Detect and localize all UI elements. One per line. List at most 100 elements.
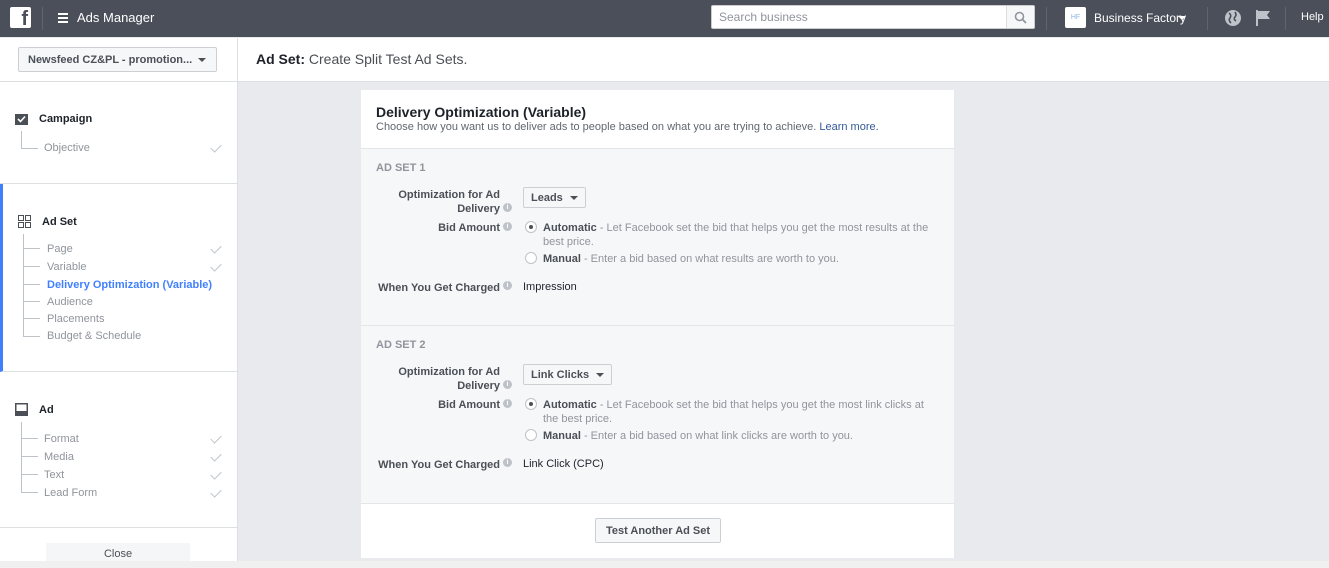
panel-subtitle: Choose how you want us to deliver ads to… — [376, 121, 879, 133]
tree-line — [23, 234, 24, 337]
sidebar-item-delivery-optimization[interactable]: Delivery Optimization (Variable) — [47, 279, 212, 291]
divider — [1046, 7, 1047, 30]
help-link[interactable]: Help — [1301, 11, 1324, 23]
title-bar: Ad Set: Create Split Test Ad Sets. — [238, 38, 1329, 82]
sidebar-item-objective[interactable]: Objective — [44, 142, 90, 154]
campaign-selector-bar: Newsfeed CZ&PL - promotion... — [0, 38, 238, 82]
sidebar-item-format[interactable]: Format — [44, 433, 79, 445]
search-input[interactable] — [712, 6, 1002, 28]
sidebar: Campaign Objective Ad Set Page Variable … — [0, 82, 238, 563]
charged-value: Impression — [523, 281, 577, 293]
sidebar-item-variable[interactable]: Variable — [47, 261, 87, 273]
charged-label: When You Get Charged — [378, 459, 500, 471]
optimization-label: Optimization for Ad Delivery — [398, 189, 500, 215]
sidebar-item-campaign[interactable]: Campaign — [15, 113, 92, 125]
divider — [42, 7, 43, 30]
tree-line — [21, 131, 22, 148]
bid-manual-text[interactable]: Manual - Enter a bid based on what link … — [543, 429, 938, 443]
info-icon[interactable]: i — [503, 380, 512, 389]
chevron-down-icon[interactable] — [1178, 16, 1186, 20]
top-navigation-bar: f Ads Manager HF Business Factory Help — [0, 0, 1329, 37]
panel-title: Delivery Optimization (Variable) — [376, 104, 587, 120]
info-icon[interactable]: i — [503, 399, 512, 408]
tree-line — [23, 336, 40, 337]
bid-automatic-text[interactable]: Automatic - Let Facebook set the bid tha… — [543, 221, 938, 249]
optimization-dropdown[interactable]: Leads — [523, 187, 586, 208]
close-button[interactable]: Close — [46, 543, 190, 563]
sidebar-item-text[interactable]: Text — [44, 469, 64, 481]
divider — [1285, 7, 1286, 30]
panel-header: Delivery Optimization (Variable) Choose … — [361, 90, 954, 149]
tree-line — [21, 148, 38, 149]
business-name[interactable]: Business Factory — [1094, 11, 1186, 25]
business-avatar[interactable]: HF — [1065, 7, 1086, 28]
bottom-strip — [0, 561, 1329, 568]
tree-line — [23, 318, 40, 319]
checkmark-icon — [210, 141, 222, 153]
charged-value: Link Click (CPC) — [523, 458, 604, 470]
ad-preview-icon — [15, 403, 28, 416]
facebook-logo-icon[interactable]: f — [10, 7, 31, 28]
tree-line — [23, 284, 40, 285]
learn-more-link[interactable]: Learn more. — [819, 121, 878, 133]
bid-automatic-text[interactable]: Automatic - Let Facebook set the bid tha… — [543, 398, 938, 426]
grid-icon — [18, 215, 31, 228]
tree-line — [21, 474, 38, 475]
bid-automatic-radio[interactable] — [525, 221, 537, 233]
charged-label: When You Get Charged — [378, 282, 500, 294]
flag-icon[interactable] — [1255, 9, 1271, 27]
chevron-down-icon — [569, 196, 578, 200]
info-icon[interactable]: i — [503, 458, 512, 467]
adset-2-section: AD SET 2 Optimization for Ad Delivery i … — [361, 326, 954, 504]
tree-line — [21, 456, 38, 457]
tree-line — [23, 301, 40, 302]
bid-manual-radio[interactable] — [525, 252, 537, 264]
bid-amount-label: Bid Amount — [438, 399, 500, 411]
checkmark-icon — [210, 450, 222, 462]
sidebar-item-budget-schedule[interactable]: Budget & Schedule — [47, 330, 141, 342]
checkmark-icon — [210, 468, 222, 480]
sidebar-item-lead-form[interactable]: Lead Form — [44, 487, 97, 499]
info-icon[interactable]: i — [503, 203, 512, 212]
test-another-adset-button[interactable]: Test Another Ad Set — [595, 518, 721, 543]
sidebar-item-ad[interactable]: Ad — [15, 403, 54, 416]
bid-amount-label: Bid Amount — [438, 222, 500, 234]
sidebar-item-adset[interactable]: Ad Set — [18, 215, 77, 228]
bid-manual-radio[interactable] — [525, 429, 537, 441]
sidebar-section-adset: Ad Set Page Variable Delivery Optimizati… — [0, 184, 237, 372]
checkmark-icon — [210, 260, 222, 272]
app-title[interactable]: Ads Manager — [77, 10, 154, 25]
search-button[interactable] — [1006, 6, 1034, 28]
sidebar-section-ad: Ad Format Media Text Lead Form — [0, 372, 237, 528]
divider — [1207, 7, 1208, 30]
adset-1-section: AD SET 1 Optimization for Ad Delivery i … — [361, 149, 954, 326]
tree-line — [23, 248, 40, 249]
info-icon[interactable]: i — [503, 222, 512, 231]
tree-line — [21, 438, 38, 439]
bid-automatic-radio[interactable] — [525, 398, 537, 410]
checkmark-icon — [210, 486, 222, 498]
campaign-select-label: Newsfeed CZ&PL - promotion... — [28, 54, 193, 66]
info-icon[interactable]: i — [503, 281, 512, 290]
optimization-label: Optimization for Ad Delivery — [398, 366, 500, 392]
sidebar-item-page[interactable]: Page — [47, 243, 73, 255]
checkbox-icon — [15, 113, 28, 125]
adset-heading: AD SET 2 — [376, 339, 426, 351]
checkmark-icon — [210, 432, 222, 444]
sidebar-item-placements[interactable]: Placements — [47, 313, 104, 325]
bid-manual-text[interactable]: Manual - Enter a bid based on what resul… — [543, 252, 938, 266]
globe-icon[interactable] — [1224, 9, 1242, 27]
campaign-select[interactable]: Newsfeed CZ&PL - promotion... — [18, 47, 217, 72]
sidebar-item-audience[interactable]: Audience — [47, 296, 93, 308]
tree-line — [21, 492, 38, 493]
tree-line — [23, 266, 40, 267]
checkmark-icon — [210, 242, 222, 254]
sidebar-item-media[interactable]: Media — [44, 451, 74, 463]
optimization-dropdown[interactable]: Link Clicks — [523, 364, 613, 385]
search-box — [711, 5, 1035, 29]
page-title: Ad Set: Create Split Test Ad Sets. — [256, 51, 468, 67]
menu-icon[interactable] — [58, 13, 68, 23]
sidebar-section-campaign: Campaign Objective — [0, 82, 237, 184]
delivery-optimization-panel: Delivery Optimization (Variable) Choose … — [361, 90, 954, 558]
search-icon — [1014, 11, 1027, 24]
